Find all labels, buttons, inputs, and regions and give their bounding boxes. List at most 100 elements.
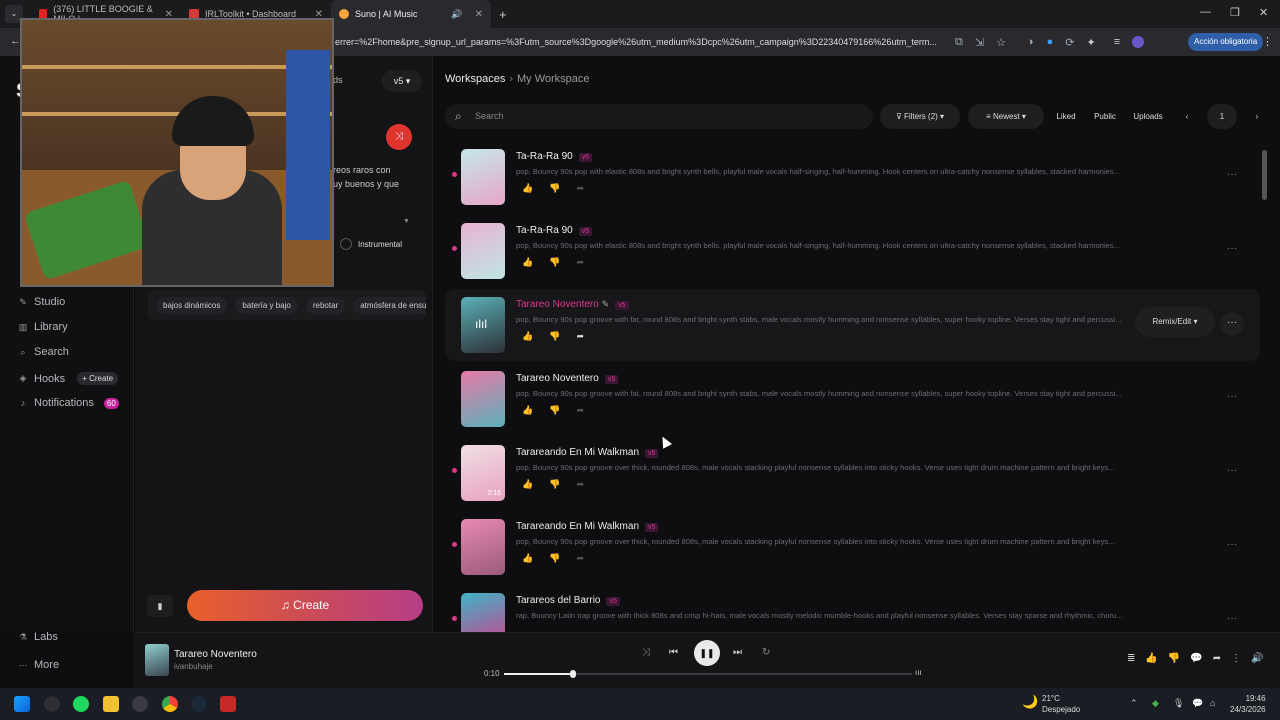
player-artist[interactable]: ivanbuhaje [174,662,213,671]
liked-filter[interactable]: Liked [1050,104,1082,129]
song-cover[interactable]: 2:16 [461,445,505,501]
tab-list-icon[interactable]: ≡ [1114,36,1120,48]
create-button[interactable]: ♫ Create [187,590,423,621]
star-icon[interactable]: ☆ [996,36,1006,49]
song-title[interactable]: Tarareo Noventero ✎ v5 [516,299,629,310]
song-cover[interactable] [461,149,505,205]
share-icon[interactable]: ➦ [576,405,584,416]
scroll-down-icon[interactable]: ▼ [403,218,410,225]
queue-icon[interactable]: ≣ [1127,653,1135,664]
song-cover[interactable] [461,593,505,632]
clock[interactable]: 19:46 24/3/2026 [1230,693,1266,715]
share-icon[interactable]: ➦ [576,183,584,194]
thumbs-up-icon[interactable]: 👍 [522,183,533,194]
steam-icon[interactable] [191,696,207,712]
new-tab-button[interactable]: + [499,7,507,22]
thumbs-down-icon[interactable]: 👎 [549,257,560,268]
public-filter[interactable]: Public [1088,104,1122,129]
sidebar-item-library[interactable]: ▥ Library [18,321,68,333]
thumbs-up-icon[interactable]: 👍 [522,479,533,490]
song-row[interactable]: Tarareo Noventero v5 pop, Bouncy 90s pop … [445,363,1260,435]
share-icon[interactable]: ➦ [576,479,584,490]
song-title[interactable]: Tarareando En Mi Walkman v5 [516,521,659,532]
sidebar-item-more[interactable]: ··· More [18,659,60,671]
tab-suno[interactable]: Suno | AI Music 🔊 ✕ [331,0,491,28]
breadcrumb-workspaces[interactable]: Workspaces [445,73,505,85]
stream-app-icon[interactable] [220,696,236,712]
extension-3-icon[interactable]: ⟳ [1065,36,1074,49]
song-row[interactable]: 2:16 Tarareando En Mi Walkman v5 pop, Bou… [445,437,1260,509]
thumbs-up-icon[interactable]: 👍 [1145,653,1157,664]
chevron-up-icon[interactable]: ⌃ [1130,698,1138,709]
thumbs-up-icon[interactable]: 👍 [522,331,533,342]
progress-bar[interactable] [504,670,912,678]
network-icon[interactable]: ⌂ [1210,698,1215,708]
puzzle-icon[interactable]: ✦ [1086,36,1095,49]
profile-avatar[interactable] [1132,36,1145,48]
sidebar-item-notifications[interactable]: ♪ Notifications 60 [18,397,119,409]
song-row[interactable]: Ta-Ra-Ra 90 v5 pop, Bouncy 90s pop with e… [445,215,1260,287]
thumbs-down-icon[interactable]: 👎 [1168,653,1180,664]
version-selector[interactable]: v5 ▾ [382,70,422,92]
song-cover[interactable] [461,223,505,279]
shuffle-lyrics-button[interactable]: ⤨ [386,124,412,150]
thumbs-down-icon[interactable]: 👎 [549,183,560,194]
sort-button[interactable]: ≡ Newest ▾ [968,104,1044,129]
repeat-icon[interactable]: ↻ [762,647,770,658]
song-cover[interactable]: ılıl [461,297,505,353]
more-options-button[interactable]: ··· [1220,312,1244,336]
security-icon[interactable]: ◆ [1152,698,1159,709]
next-icon[interactable]: ⏭ [733,647,742,658]
instrumental-toggle[interactable]: Instrumental [340,238,402,250]
thumbs-up-icon[interactable]: 👍 [522,405,533,416]
more-options-button[interactable]: ··· [1220,534,1244,558]
thumbs-down-icon[interactable]: 👎 [549,553,560,564]
remix-edit-button[interactable]: Remix/Edit ▾ [1135,307,1215,337]
thumbs-down-icon[interactable]: 👎 [549,405,560,416]
spotify-icon[interactable] [73,696,89,712]
comment-icon[interactable]: 💬 [1190,653,1202,664]
extension-2-icon[interactable]: ● [1047,36,1054,48]
browser-menu-icon[interactable]: ⋮ [1262,35,1273,48]
weather-widget[interactable]: 21°C Despejado [1042,693,1080,715]
previous-icon[interactable]: ⏮ [669,647,678,658]
chrome-icon[interactable] [162,696,178,712]
more-options-button[interactable]: ··· [1220,238,1244,262]
more-options-button[interactable]: ··· [1220,164,1244,188]
more-icon[interactable]: ⋮ [1231,653,1241,664]
4k-app-icon[interactable] [132,696,148,712]
minimize-icon[interactable]: — [1200,6,1211,18]
volume-icon[interactable]: 🔊 [1251,653,1263,664]
prev-page-button[interactable]: ‹ [1177,104,1197,129]
song-row[interactable]: Tarareos del Barrio v5 rap, Bouncy Latin … [445,585,1260,632]
trash-button[interactable]: ▮ [147,595,173,617]
windows-start-icon[interactable] [14,696,30,712]
extension-1-icon[interactable]: ◗ [1028,36,1035,48]
translate-icon[interactable]: ⧉ [955,36,963,49]
song-cover[interactable] [461,371,505,427]
thumbs-down-icon[interactable]: 👎 [549,479,560,490]
song-title[interactable]: Ta-Ra-Ra 90 v5 [516,151,593,162]
close-icon[interactable]: ✕ [475,9,483,20]
hooks-create-button[interactable]: + Create [77,372,119,385]
pause-button[interactable]: ❚❚ [694,640,720,666]
song-cover[interactable] [461,519,505,575]
file-explorer-icon[interactable] [103,696,119,712]
player-title[interactable]: Tarareo Noventero [174,649,257,660]
uploads-filter[interactable]: Uploads [1128,104,1168,129]
audio-icon[interactable]: 🔊 [451,9,462,20]
more-options-button[interactable]: ··· [1220,460,1244,484]
edit-icon[interactable]: ✎ [602,299,610,309]
song-title[interactable]: Tarareo Noventero v5 [516,373,619,384]
style-tag[interactable]: batería y bajo [235,296,298,314]
app-icon[interactable] [44,696,60,712]
thumbs-up-icon[interactable]: 👍 [522,257,533,268]
player-cover[interactable] [145,644,169,676]
sidebar-item-search[interactable]: ⌕ Search [18,346,68,358]
thumbs-up-icon[interactable]: 👍 [522,553,533,564]
thumbs-down-icon[interactable]: 👎 [549,331,560,342]
style-tag[interactable]: atmósfera de ensue [353,296,426,314]
chat-icon[interactable]: 💬 [1192,698,1203,709]
panel-tab-fragment[interactable]: ds [333,75,343,85]
maximize-icon[interactable]: ❐ [1230,6,1240,19]
